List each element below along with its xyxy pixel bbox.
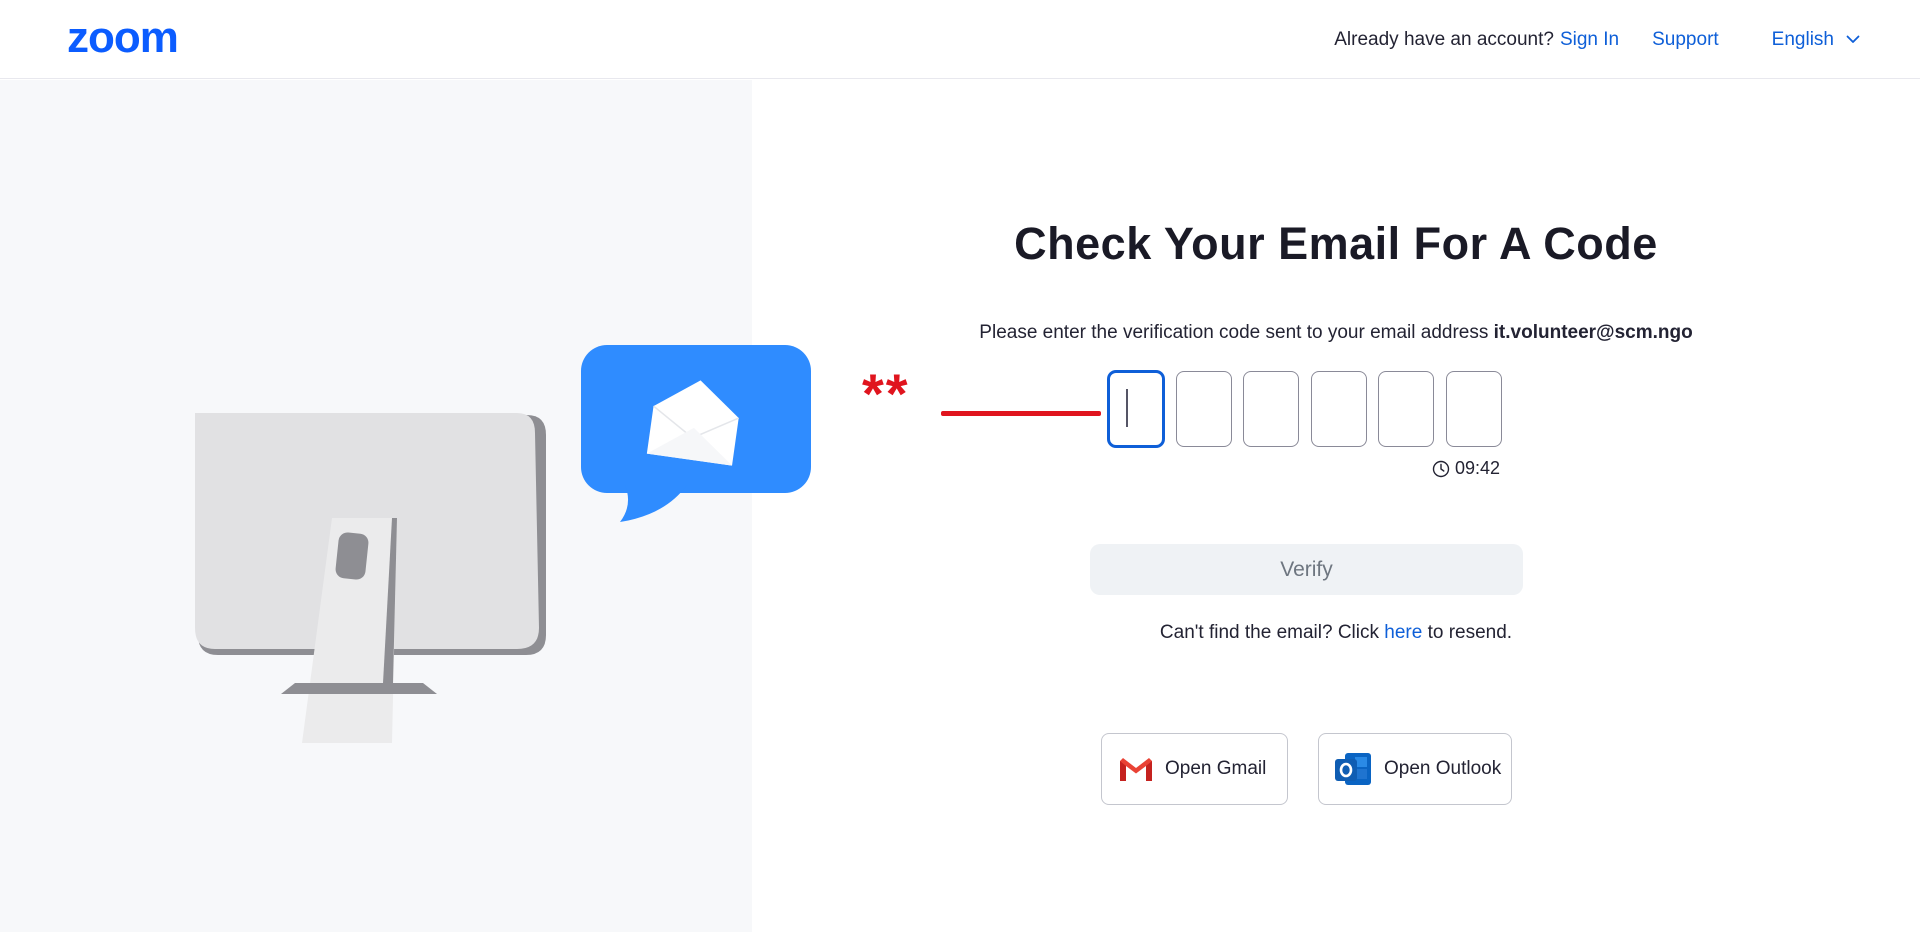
email-illustration — [195, 345, 811, 743]
open-outlook-button[interactable]: Open Outlook — [1318, 733, 1512, 805]
resend-text: Can't find the email? Click here to rese… — [752, 622, 1920, 644]
sign-in-link[interactable]: Sign In — [1560, 29, 1619, 51]
clock-icon — [1432, 460, 1450, 477]
illustration-panel — [0, 80, 811, 932]
chevron-down-icon — [1846, 35, 1860, 43]
top-header: zoom Already have an account? Sign In Su… — [0, 0, 1920, 79]
open-gmail-button[interactable]: Open Gmail — [1101, 733, 1288, 805]
zoom-logo[interactable]: zoom — [67, 13, 207, 63]
resend-suffix: to resend. — [1427, 622, 1513, 643]
code-digit-2[interactable] — [1175, 371, 1232, 447]
language-selector[interactable]: English — [1772, 29, 1860, 51]
verification-code-inputs — [1108, 371, 1502, 447]
resend-prefix: Can't find the email? Click — [1159, 622, 1379, 643]
open-gmail-label: Open Gmail — [1165, 758, 1267, 779]
verify-button[interactable]: Verify — [1090, 544, 1523, 595]
header-nav: Already have an account? Sign In Support… — [1334, 0, 1860, 79]
svg-text:zoom: zoom — [67, 18, 178, 58]
text-cursor — [1126, 389, 1128, 427]
chat-bubble-graphic — [581, 345, 811, 522]
language-label: English — [1771, 28, 1834, 50]
email-address: it.volunteer@scm.ngo — [1493, 322, 1693, 343]
code-digit-3[interactable] — [1243, 371, 1299, 447]
gmail-icon — [1120, 758, 1152, 781]
annotation-line — [941, 411, 1101, 416]
page-title: Check Your Email For A Code — [1014, 218, 1658, 269]
code-digit-5[interactable] — [1378, 371, 1434, 447]
support-link[interactable]: Support — [1652, 29, 1719, 51]
countdown-timer: 09:42 — [1432, 458, 1500, 479]
resend-link[interactable]: here — [1384, 622, 1422, 643]
account-prompt: Already have an account? — [1334, 28, 1554, 50]
verification-instruction: Please enter the verification code sent … — [752, 322, 1920, 344]
open-outlook-label: Open Outlook — [1384, 758, 1502, 779]
outlook-icon — [1335, 753, 1371, 785]
instruction-text: Please enter the verification code sent … — [979, 322, 1489, 343]
annotation-asterisks: ** — [862, 362, 910, 425]
monitor-graphic — [195, 413, 546, 743]
code-digit-1[interactable] — [1108, 371, 1164, 447]
code-digit-4[interactable] — [1310, 371, 1367, 447]
timer-value: 09:42 — [1455, 458, 1501, 478]
code-digit-6[interactable] — [1445, 371, 1502, 447]
